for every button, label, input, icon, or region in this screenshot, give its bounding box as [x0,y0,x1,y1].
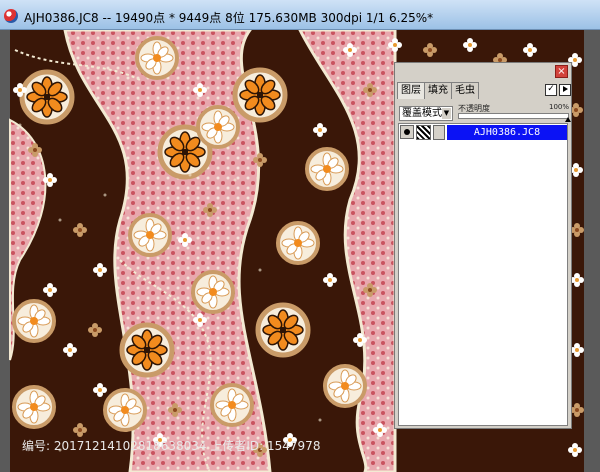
panel-menu-arrow-icon[interactable] [559,84,571,96]
panel-header: × [395,63,571,81]
layer-list: AJH0386.JC8 [398,123,568,426]
check-icon[interactable]: ✓ [545,84,557,96]
opacity-slider[interactable] [458,113,571,122]
layer-lock-toggle[interactable] [433,125,445,140]
blend-mode-select[interactable]: 覆盖模式 ▼ [399,106,453,121]
layers-panel: × 图层 填充 毛虫 ✓ 覆盖模式 ▼ 不透明度 100% AJH0386.JC… [394,62,572,429]
window-titlebar: AJH0386.JC8 -- 19490点 * 9449点 8位 175.630… [0,0,600,30]
eye-icon[interactable] [400,125,414,139]
tab-fill[interactable]: 填充 [424,82,452,99]
opacity-value: 100% [549,103,570,111]
layer-row[interactable]: AJH0386.JC8 [399,124,567,142]
blend-mode-value: 覆盖模式 [402,108,442,119]
chevron-down-icon: ▼ [442,108,451,119]
window-title: AJH0386.JC8 -- 19490点 * 9449点 8位 175.630… [24,11,434,25]
opacity-slider-thumb[interactable] [565,117,571,122]
watermark-text: 编号: 20171214102818638034 上传者ID: 1547978 [22,439,321,453]
tab-layers[interactable]: 图层 [397,82,425,99]
layer-thumbnail-icon [416,125,431,140]
tab-caterpillar[interactable]: 毛虫 [451,82,479,99]
app-icon[interactable] [4,9,18,23]
layer-name[interactable]: AJH0386.JC8 [447,125,567,140]
close-icon[interactable]: × [555,65,568,78]
